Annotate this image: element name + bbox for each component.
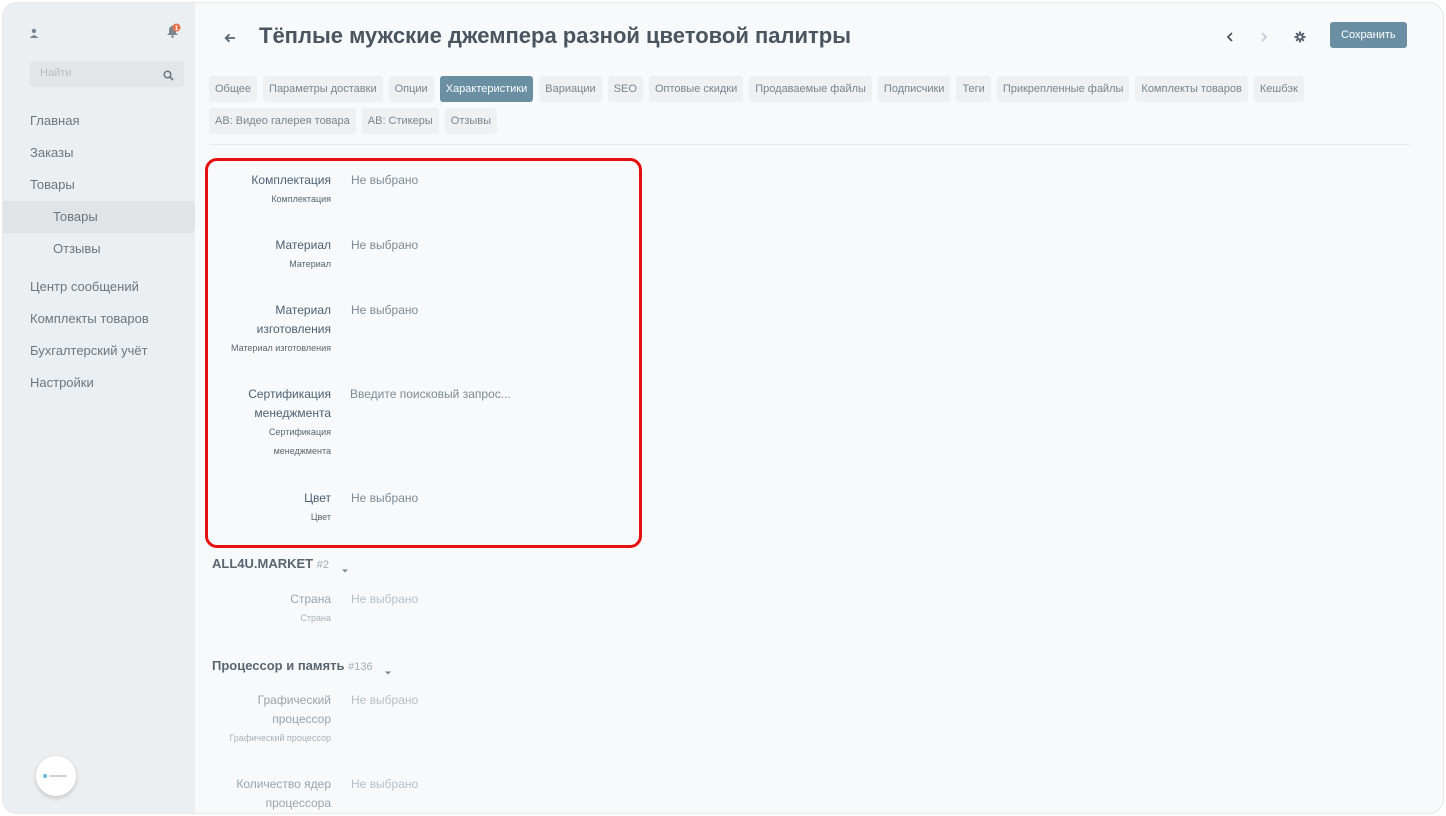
sidebar-subitem-products[interactable]: Товары <box>3 201 195 233</box>
support-widget-button[interactable] <box>36 756 76 796</box>
field-label: Материал <box>275 238 331 252</box>
sidebar-item-message-center[interactable]: Центр сообщений <box>3 271 195 303</box>
tab-stickers[interactable]: AB: Стикеры <box>361 108 439 134</box>
tab-attached-files[interactable]: Прикрепленные файлы <box>996 76 1130 102</box>
tab-seo[interactable]: SEO <box>607 76 643 102</box>
gear-icon[interactable] <box>1293 30 1307 44</box>
tab-bar: Общее Параметры доставки Опции Характери… <box>209 76 1409 134</box>
sidebar-item-orders[interactable]: Заказы <box>3 137 195 169</box>
sidebar-item-products[interactable]: Товары <box>3 169 195 201</box>
group-header-processor-memory[interactable]: Процессор и память #136 <box>212 658 392 675</box>
sidebar: 1 Главная Заказы Товары Товары Отзывы Це… <box>3 3 195 813</box>
field-sublabel: Страна <box>300 613 331 623</box>
field-label-line2: процессора <box>265 796 331 810</box>
tab-subscribers[interactable]: Подписчики <box>877 76 951 102</box>
app-window: 1 Главная Заказы Товары Товары Отзывы Це… <box>3 3 1443 813</box>
field-label: Сертификация <box>248 387 331 401</box>
group-name: Процессор и память <box>212 658 345 673</box>
tab-reviews[interactable]: Отзывы <box>444 108 498 134</box>
sidebar-nav: Главная Заказы Товары Товары Отзывы Цент… <box>3 105 195 399</box>
field-label-line2: менеджмента <box>254 406 331 420</box>
chevron-right-icon[interactable] <box>1257 30 1271 44</box>
tab-options[interactable]: Опции <box>388 76 434 102</box>
feature-search-input-certification[interactable] <box>350 385 570 404</box>
divider <box>209 144 1409 145</box>
field-sublabel: Сертификация <box>268 427 331 437</box>
sidebar-item-home[interactable]: Главная <box>3 105 195 137</box>
feature-select-material[interactable]: Не выбрано <box>351 236 418 255</box>
tab-video-gallery[interactable]: AB: Видео галерея товара <box>209 108 356 134</box>
field-sublabel: Комплектация <box>271 194 331 204</box>
tab-sellable-files[interactable]: Продаваемые файлы <box>749 76 872 102</box>
page-header: Тёплые мужские джемпера разной цветовой … <box>195 3 1443 73</box>
widget-logo-icon <box>43 774 47 778</box>
field-label-line2: процессор <box>272 712 331 726</box>
tab-cashback[interactable]: Кешбэк <box>1253 76 1304 102</box>
feature-select-cpu-cores[interactable]: Не выбрано <box>351 775 418 794</box>
sidebar-item-product-bundles[interactable]: Комплекты товаров <box>3 303 195 335</box>
group-id: #136 <box>348 661 373 673</box>
caret-down-icon[interactable] <box>341 562 349 573</box>
field-sublabel: Материал <box>289 259 331 269</box>
feature-select-color[interactable]: Не выбрано <box>351 489 418 508</box>
tab-product-bundles[interactable]: Комплекты товаров <box>1135 76 1248 102</box>
tab-tags[interactable]: Теги <box>956 76 991 102</box>
feature-select-kit[interactable]: Не выбрано <box>351 171 418 190</box>
field-sublabel: Материал изготовления <box>231 343 331 353</box>
feature-select-manufacturing-material[interactable]: Не выбрано <box>351 301 418 320</box>
tab-variations[interactable]: Вариации <box>539 76 602 102</box>
search-icon[interactable] <box>163 68 174 81</box>
sidebar-item-settings[interactable]: Настройки <box>3 367 195 399</box>
tab-shipping-params[interactable]: Параметры доставки <box>263 76 383 102</box>
field-label-line2: изготовления <box>256 322 331 336</box>
save-button[interactable]: Сохранить <box>1330 22 1407 48</box>
sidebar-subitem-reviews[interactable]: Отзывы <box>3 233 195 265</box>
chevron-left-icon[interactable] <box>1223 30 1237 44</box>
caret-down-icon[interactable] <box>384 664 392 675</box>
field-label: Графический <box>257 693 331 707</box>
user-icon[interactable] <box>29 25 39 38</box>
field-label: Комплектация <box>251 173 331 187</box>
field-label: Количество ядер <box>236 777 331 791</box>
field-sublabel: Цвет <box>310 512 331 522</box>
back-arrow-icon[interactable] <box>223 31 237 45</box>
search-input[interactable] <box>38 66 162 80</box>
sidebar-top: 1 <box>3 3 195 59</box>
group-header-all4u[interactable]: ALL4U.MARKET #2 <box>212 556 349 573</box>
feature-select-gpu[interactable]: Не выбрано <box>351 691 418 710</box>
field-label: Цвет <box>304 491 331 505</box>
tab-general[interactable]: Общее <box>209 76 258 102</box>
tab-wholesale-discounts[interactable]: Оптовые скидки <box>648 76 744 102</box>
bell-icon[interactable]: 1 <box>165 23 181 38</box>
group-id: #2 <box>316 559 329 571</box>
sidebar-item-accounting[interactable]: Бухгалтерский учёт <box>3 335 195 367</box>
tab-features[interactable]: Характеристики <box>439 76 534 102</box>
field-sublabel: Графический процессор <box>229 733 331 743</box>
group-name: ALL4U.MARKET <box>212 556 314 571</box>
field-sublabel-line2: менеджмента <box>273 446 331 456</box>
feature-select-country[interactable]: Не выбрано <box>351 590 418 609</box>
field-label: Материал <box>275 303 331 317</box>
field-label: Страна <box>290 592 331 606</box>
sidebar-search[interactable] <box>30 61 184 87</box>
page-title: Тёплые мужские джемпера разной цветовой … <box>259 23 851 48</box>
